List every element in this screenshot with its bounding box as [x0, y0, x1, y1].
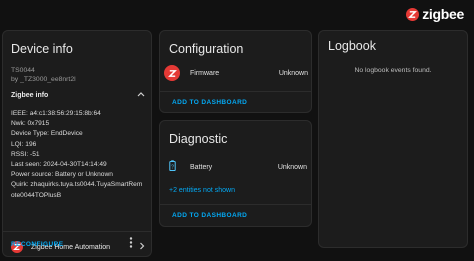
svg-text:?: ? — [171, 165, 174, 171]
config-add-to-dashboard-button[interactable]: ADD TO DASHBOARD — [172, 99, 247, 106]
zigbee-prop-device-type: Device Type: EndDevice — [11, 130, 83, 138]
device-footer-divider — [3, 231, 151, 232]
zigbee-prop-last-seen: Last seen: 2024-04-30T14:14:49 — [11, 161, 107, 169]
zigbee-prop-lqi: LQI: 196 — [11, 140, 37, 148]
zigbee-logo-icon — [406, 7, 420, 21]
firmware-value: Unknown — [278, 69, 308, 77]
device-manufacturer: by _TZ3000_ee8nrt2l — [11, 76, 76, 83]
logbook-empty-text: No logbook events found. — [354, 67, 432, 74]
zigbee-info-toggle[interactable]: Zigbee info — [11, 91, 145, 99]
device-info-title: Device info — [11, 42, 73, 56]
battery-entity-row[interactable]: ? Battery Unknown — [169, 158, 307, 176]
zigbee-prop-quirk-cont: ote0044TOPlusB — [11, 191, 62, 199]
firmware-entity-row[interactable]: Firmware Unknown — [164, 65, 308, 81]
zigbee-icon — [164, 65, 180, 81]
chevron-up-icon — [137, 91, 145, 99]
more-vertical-icon[interactable] — [129, 237, 133, 251]
battery-icon: ? — [169, 158, 176, 176]
configuration-title: Configuration — [169, 42, 244, 56]
device-info-card: Device info TS0044 by _TZ3000_ee8nrt2l Z… — [2, 30, 152, 257]
chevron-right-icon — [139, 242, 145, 252]
hidden-entities-link[interactable]: +2 entities not shown — [169, 187, 235, 194]
diag-divider — [160, 204, 311, 205]
zigbee-logo: zigbee — [406, 6, 464, 22]
reconfigure-button[interactable]: RECONFIGURE — [11, 241, 63, 248]
zigbee-info-properties: IEEE: a4:c1:38:56:29:15:8b:64 Nwk: 0x791… — [11, 109, 149, 201]
device-model: TS0044 — [11, 67, 35, 74]
config-divider — [160, 91, 311, 92]
firmware-label: Firmware — [190, 69, 220, 77]
zigbee-prop-nwk: Nwk: 0x7915 — [11, 120, 50, 128]
logbook-card: Logbook No logbook events found. — [318, 30, 468, 248]
diag-add-to-dashboard-button[interactable]: ADD TO DASHBOARD — [172, 212, 247, 219]
zigbee-prop-rssi: RSSI: -51 — [11, 150, 40, 158]
diagnostic-card: Diagnostic ? Battery Unknown +2 entities… — [159, 120, 312, 227]
zigbee-prop-power-source: Power source: Battery or Unknown — [11, 171, 113, 179]
zigbee-prop-ieee: IEEE: a4:c1:38:56:29:15:8b:64 — [11, 110, 101, 117]
diagnostic-title: Diagnostic — [169, 132, 228, 146]
zigbee-prop-quirk: Quirk: zhaquirks.tuya.ts0044.TuyaSmartRe… — [11, 181, 143, 189]
zigbee-info-label: Zigbee info — [11, 91, 49, 99]
logbook-title: Logbook — [328, 39, 376, 53]
battery-label: Battery — [190, 163, 213, 171]
battery-value: Unknown — [277, 163, 307, 171]
configuration-card: Configuration Firmware Unknown ADD TO DA… — [159, 30, 312, 113]
zigbee-logo-text: zigbee — [422, 6, 464, 22]
